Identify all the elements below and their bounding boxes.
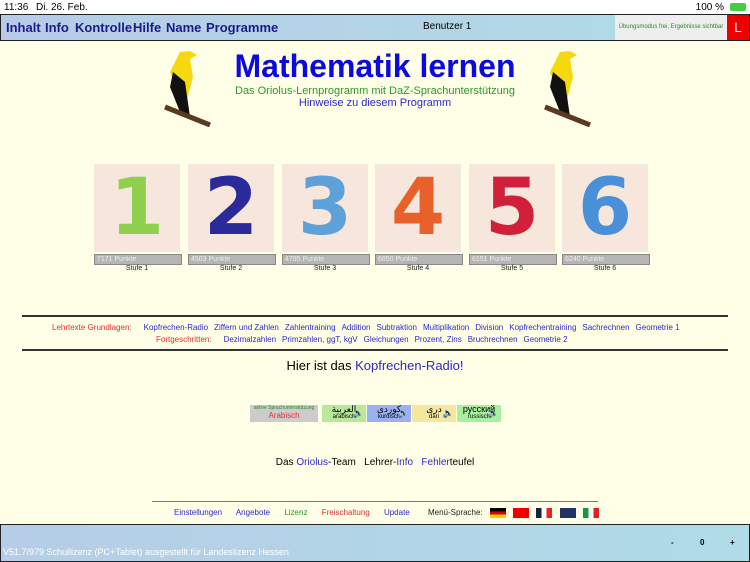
menu-kontrolle[interactable]: Kontrolle (75, 20, 132, 35)
level-points: 4503 Punkte (188, 254, 276, 265)
lizenz-link[interactable]: Lizenz (284, 508, 307, 517)
mode-indicator[interactable]: Übungsmodus frei, Ergebnisse sichtbar (615, 15, 727, 40)
italian-flag-icon[interactable] (582, 508, 599, 518)
radio-prefix: Hier ist das (286, 358, 356, 373)
menu-info[interactable]: Info (45, 20, 69, 35)
basics-row: Lehrtexte Grundlagen: Kopfrechen-Radio Zif… (52, 323, 692, 332)
lehrtext-link[interactable]: Zahlentraining (285, 323, 336, 332)
speaker-icon: 🔈 (442, 408, 454, 418)
level-card[interactable]: 6 (562, 164, 648, 252)
menu-programme[interactable]: Programme (206, 20, 278, 35)
freischaltung-link[interactable]: Freischaltung (322, 508, 370, 517)
turkish-flag-icon[interactable] (513, 508, 530, 518)
level-label[interactable]: Stufe 5 (469, 265, 555, 272)
divider (152, 501, 598, 502)
lehrtext-link[interactable]: Bruchrechnen (468, 335, 518, 344)
user-name: Benutzer 1 (423, 21, 472, 32)
radio-line: Hier ist das Kopfrechen-Radio! (0, 358, 750, 373)
language-button[interactable]: العربية arabisch 🔈 (322, 405, 366, 422)
status-bar: 11:36 Di. 26. Feb. 100 % (0, 0, 750, 14)
language-button[interactable]: русский russisch 🔈 (457, 405, 501, 422)
date: Di. 26. Feb. (36, 2, 88, 13)
einstellungen-link[interactable]: Einstellungen (174, 508, 222, 517)
battery-text: 100 % (695, 2, 724, 13)
lehrtext-link[interactable]: Addition (342, 323, 371, 332)
hints-link[interactable]: Hinweise zu diesem Programm (0, 97, 750, 109)
l-button[interactable]: L (727, 15, 749, 40)
lehrtext-link[interactable]: Subtraktion (377, 323, 417, 332)
lehrtext-link[interactable]: Multiplikation (423, 323, 469, 332)
level-label[interactable]: Stufe 4 (375, 265, 461, 272)
level-card[interactable]: 4 (375, 164, 461, 252)
lehrtext-link[interactable]: Kopfrechentraining (509, 323, 576, 332)
level-label[interactable]: Stufe 1 (94, 265, 180, 272)
advanced-row: Fortgeschritten: Dezimalzahlen Primzahlen,… (156, 335, 580, 344)
lehrtext-link[interactable]: Division (475, 323, 503, 332)
active-language[interactable]: aktive Sprachunterstützung Arabisch (250, 405, 318, 422)
battery-icon (730, 3, 746, 11)
speaker-icon: 🔈 (397, 408, 409, 418)
speaker-icon: 🔈 (352, 408, 364, 418)
level-label[interactable]: Stufe 6 (562, 265, 648, 272)
lehrer-prefix: Lehrer- (364, 457, 397, 468)
lehrtext-link[interactable]: Geometrie 1 (636, 323, 680, 332)
basics-label: Lehrtexte Grundlagen: (52, 323, 132, 332)
level-points: 7171 Punkte (94, 254, 182, 265)
level-points: 4795 Punkte (282, 254, 370, 265)
level-label[interactable]: Stufe 3 (282, 265, 368, 272)
menu-bar: Inhalt Info Kontrolle Hilfe Name Program… (0, 14, 750, 41)
lehrer-info-link[interactable]: Info (396, 457, 413, 468)
page-title: Mathematik lernen (234, 48, 516, 84)
menu-language-label: Menü-Sprache: (427, 508, 483, 518)
level-label[interactable]: Stufe 2 (188, 265, 274, 272)
lehrtext-link[interactable]: Primzahlen, ggT, kgV (282, 335, 358, 344)
speaker-icon: 🔈 (487, 408, 499, 418)
radio-link[interactable]: Kopfrechen-Radio! (355, 358, 463, 373)
lehrtext-link[interactable]: Prozent, Zins (415, 335, 462, 344)
plus-button[interactable]: + (730, 538, 735, 547)
lehrtext-link[interactable]: Dezimalzahlen (224, 335, 276, 344)
divider (22, 315, 728, 317)
language-button[interactable]: دری dari 🔈 (412, 405, 456, 422)
minus-button[interactable]: - (671, 538, 674, 547)
team-das: Das (275, 457, 297, 468)
lehrtext-link[interactable]: Kopfrechen-Radio (144, 323, 208, 332)
level-card[interactable]: 2 (188, 164, 274, 252)
oriolus-link[interactable]: Oriolus (296, 457, 328, 468)
update-link[interactable]: Update (384, 508, 410, 517)
fehlerteufel-suffix: teufel (449, 457, 475, 468)
german-flag-icon[interactable] (489, 508, 506, 518)
level-card[interactable]: 1 (94, 164, 180, 252)
counter-value: 0 (700, 538, 705, 547)
team-suffix: -Team (328, 457, 356, 468)
level-points: 6650 Punkte (375, 254, 463, 265)
time: 11:36 (4, 2, 29, 13)
uk-flag-icon[interactable] (559, 508, 576, 518)
french-flag-icon[interactable] (536, 508, 553, 518)
lehrtext-link[interactable]: Sachrechnen (582, 323, 629, 332)
license-text: V51.7/979 Schullizenz (PC+Tablet) ausges… (3, 547, 289, 557)
menu-inhalt[interactable]: Inhalt (6, 20, 41, 35)
lehrtext-link[interactable]: Ziffern und Zahlen (214, 323, 279, 332)
bottom-bar: V51.7/979 Schullizenz (PC+Tablet) ausges… (0, 524, 750, 562)
language-button[interactable]: کوردی kurdisch 🔈 (367, 405, 411, 422)
level-card[interactable]: 3 (282, 164, 368, 252)
active-language-value: Arabisch (268, 411, 300, 420)
divider (22, 349, 728, 351)
menu-hilfe[interactable]: Hilfe (133, 20, 161, 35)
lehrtext-link[interactable]: Geometrie 2 (524, 335, 568, 344)
footer: Einstellungen Angebote Lizenz Freischalt… (174, 508, 599, 518)
level-points: 6240 Punkte (562, 254, 650, 265)
angebote-link[interactable]: Angebote (236, 508, 270, 517)
level-card[interactable]: 5 (469, 164, 555, 252)
level-points: 6151 Punkte (469, 254, 557, 265)
lehrtext-link[interactable]: Gleichungen (364, 335, 409, 344)
team-line: Das Oriolus-Team Lehrer-Info Fehlerteufe… (0, 457, 750, 468)
menu-name[interactable]: Name (166, 20, 201, 35)
fehlerteufel-link[interactable]: Fehler (421, 457, 449, 468)
advanced-label: Fortgeschritten: (156, 335, 212, 344)
subtitle: Das Oriolus-Lernprogramm mit DaZ-Sprachu… (235, 85, 515, 97)
